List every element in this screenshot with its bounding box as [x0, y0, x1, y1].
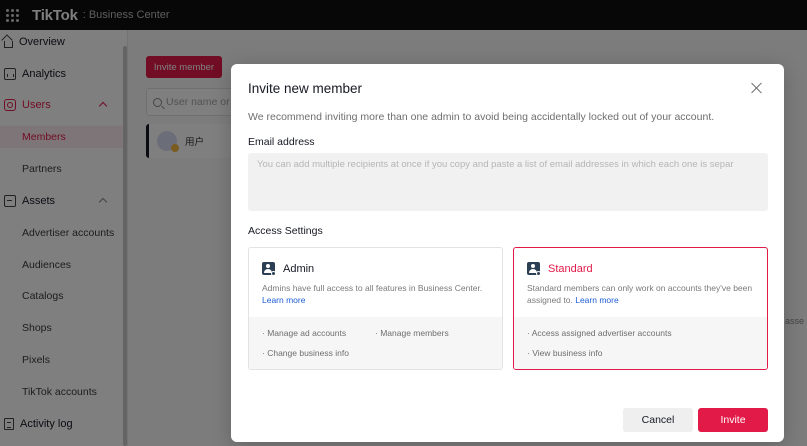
- email-label: Email address: [248, 136, 315, 148]
- email-field[interactable]: [248, 153, 768, 211]
- modal-title: Invite new member: [248, 81, 363, 96]
- standard-learn-more-link[interactable]: Learn more: [575, 295, 618, 305]
- admin-description-text: Admins have full access to all features …: [262, 283, 483, 293]
- permission-item: · Change business info: [262, 348, 349, 358]
- admin-learn-more-link[interactable]: Learn more: [262, 295, 305, 305]
- invite-member-modal: Invite new member We recommend inviting …: [231, 64, 784, 442]
- cancel-button[interactable]: Cancel: [623, 408, 693, 432]
- permission-item: · View business info: [527, 348, 603, 358]
- permission-item: · Manage ad accounts: [262, 328, 347, 338]
- standard-role-icon: [527, 262, 541, 276]
- admin-role-card[interactable]: Admin Admins have full access to all fea…: [248, 247, 503, 370]
- access-settings-label: Access Settings: [248, 225, 323, 237]
- standard-card-header: Standard: [527, 262, 593, 276]
- permission-item: · Manage members: [375, 328, 449, 338]
- standard-permissions: · Access assigned advertiser accounts · …: [514, 317, 767, 369]
- standard-role-card[interactable]: Standard Standard members can only work …: [513, 247, 768, 370]
- permission-item: · Access assigned advertiser accounts: [527, 328, 672, 338]
- admin-card-header: Admin: [262, 262, 315, 276]
- admin-role-description: Admins have full access to all features …: [262, 282, 497, 306]
- admin-permissions: · Manage ad accounts · Manage members · …: [249, 317, 502, 369]
- standard-role-description: Standard members can only work on accoun…: [527, 282, 762, 306]
- admin-role-icon: [262, 262, 276, 276]
- modal-description: We recommend inviting more than one admi…: [248, 111, 715, 123]
- standard-role-name: Standard: [548, 262, 593, 275]
- standard-description-text: Standard members can only work on accoun…: [527, 283, 753, 305]
- admin-role-name: Admin: [283, 262, 315, 275]
- close-icon[interactable]: [750, 81, 764, 95]
- invite-button[interactable]: Invite: [698, 408, 768, 432]
